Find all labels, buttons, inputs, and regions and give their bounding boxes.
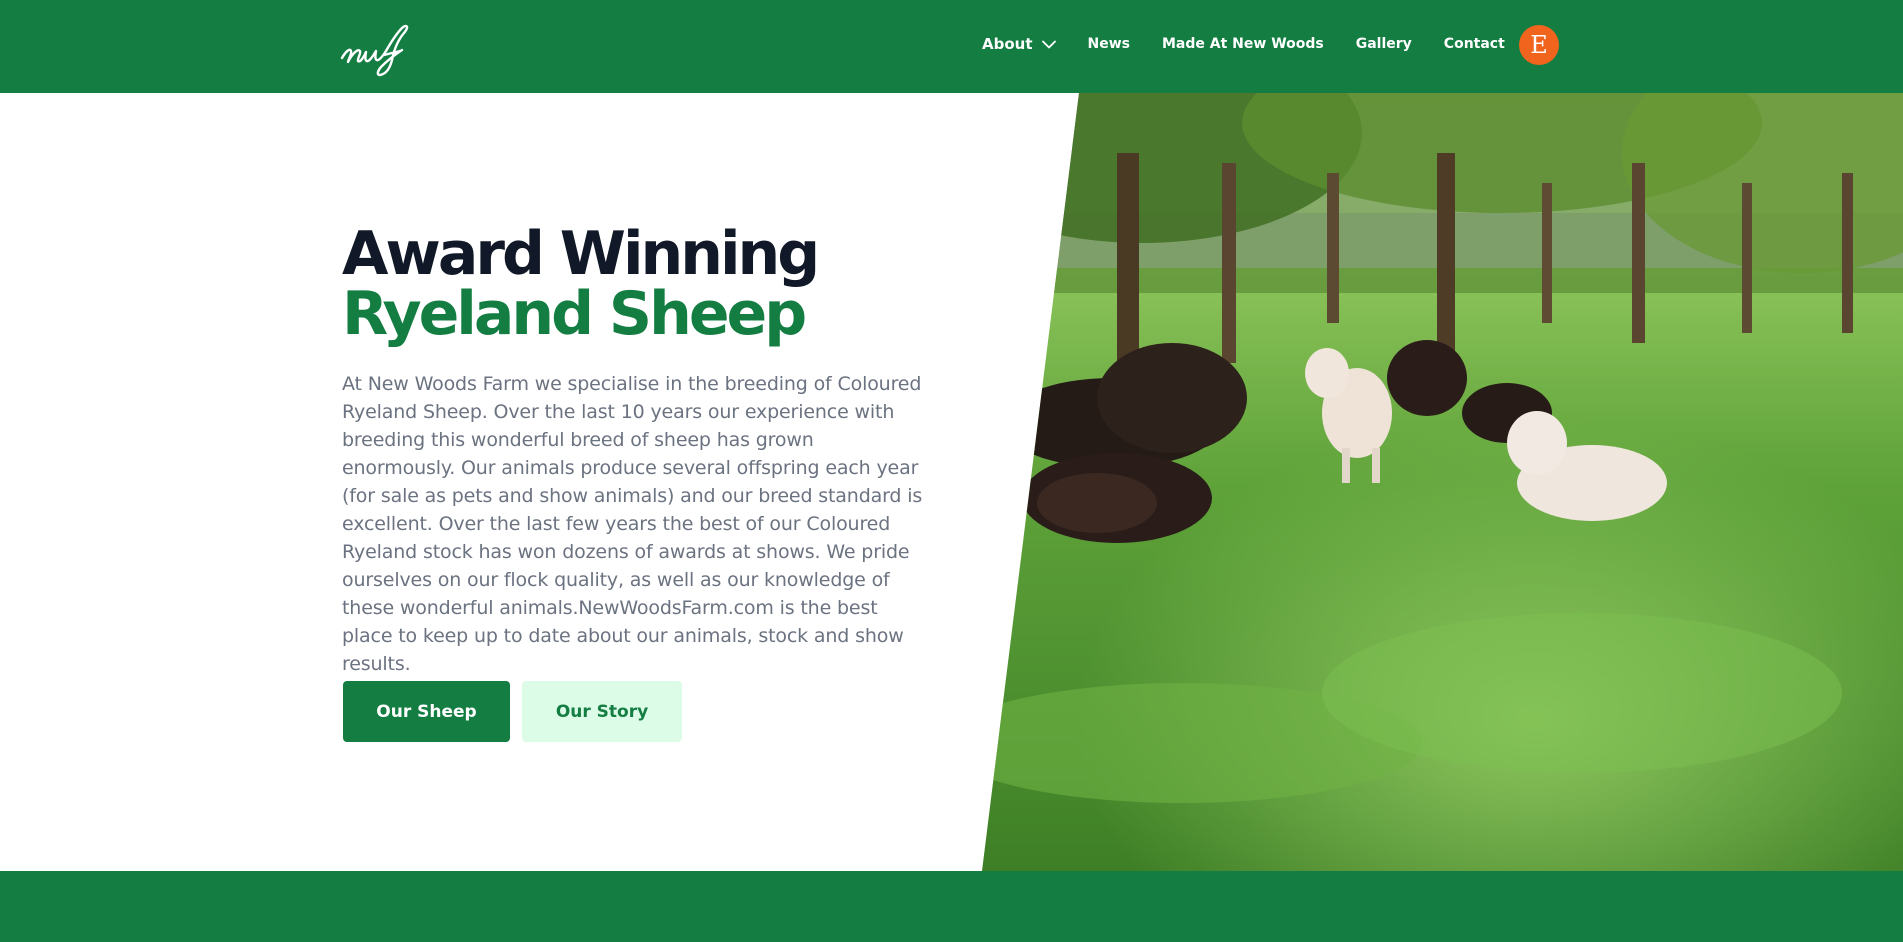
nwf-logo[interactable] [340,24,414,78]
nav-about[interactable]: About [982,35,1056,53]
nwf-logo-mark [340,24,409,77]
hero-description: At New Woods Farm we specialise in the b… [342,373,923,675]
site-header: About News Made At New Woods Gallery Con… [0,0,1903,93]
footer-band [0,871,1903,942]
nav-news[interactable]: News [1088,36,1130,52]
sheep-in-orchard-image [982,93,1903,871]
etsy-letter: E [1530,31,1548,59]
etsy-icon[interactable]: E [1519,25,1559,65]
main-nav: About News Made At New Woods Gallery Con… [982,0,1537,88]
nav-contact[interactable]: Contact [1444,36,1505,52]
hero-content: Award Winning Ryeland Sheep At New Woods… [342,223,927,678]
hero-buttons: Our Sheep Our Story [343,681,682,742]
nav-about-label: About [982,35,1033,53]
chevron-down-icon [1041,40,1056,48]
hero-title-line-1: Award Winning [342,219,820,289]
hero-title-line-2: Ryeland Sheep [342,279,807,349]
our-sheep-button[interactable]: Our Sheep [343,681,510,742]
nav-made-at-new-woods[interactable]: Made At New Woods [1162,36,1324,52]
our-story-button[interactable]: Our Story [522,681,682,742]
nav-gallery[interactable]: Gallery [1356,36,1412,52]
hero-sheep-photo [982,93,1903,871]
